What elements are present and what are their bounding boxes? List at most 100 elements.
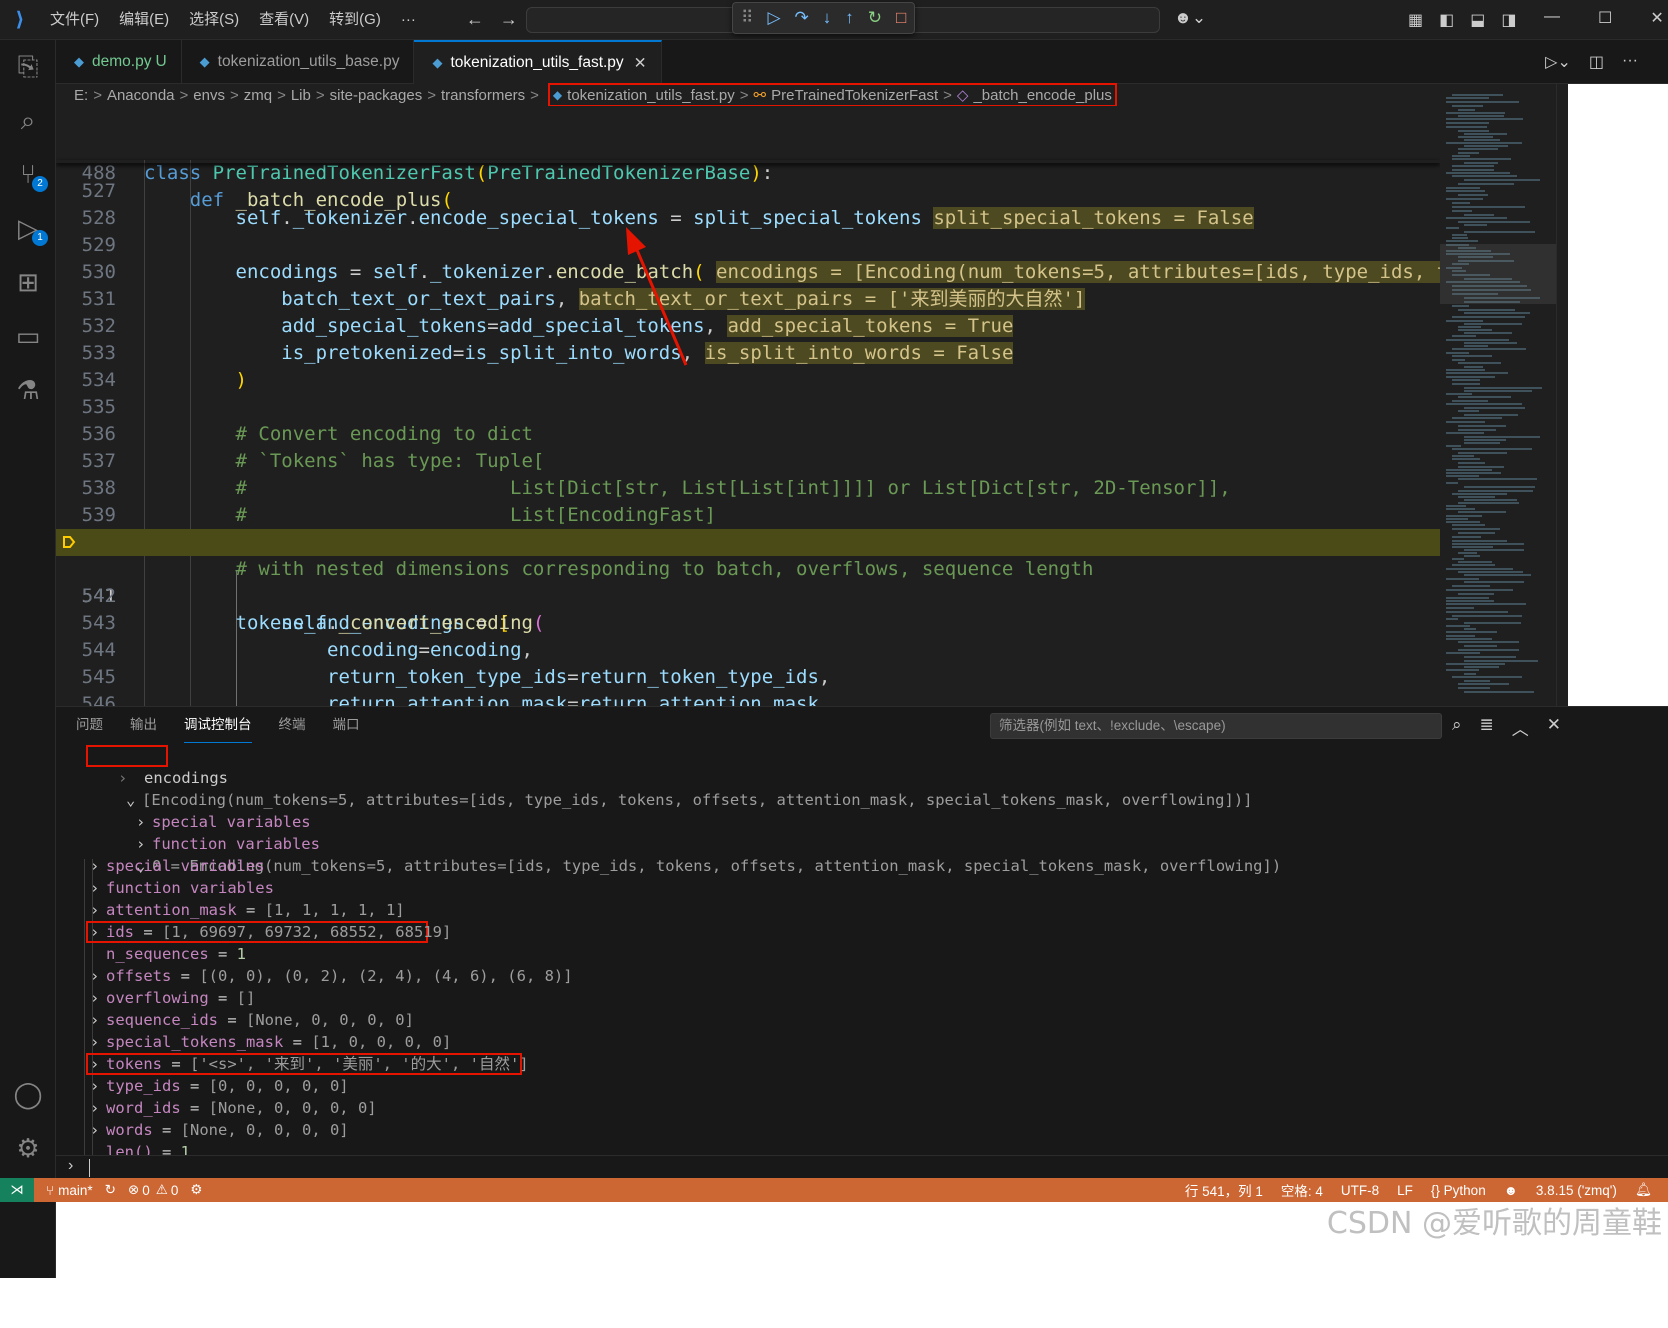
breadcrumb-segment[interactable]: transformers — [441, 87, 525, 104]
notifications-bell-icon[interactable]: 🔔︎ — [1635, 1182, 1652, 1198]
maximize-panel-icon[interactable]: ︿ — [1512, 715, 1529, 740]
code-line[interactable]: 532 is_pretokenized=is_split_into_words,… — [56, 286, 1440, 364]
search-icon[interactable]: ⌕ — [1452, 715, 1462, 740]
close-tab-icon[interactable]: ✕ — [634, 54, 647, 73]
code-line[interactable]: 534 — [56, 340, 1440, 391]
restart-icon[interactable]: ↻ — [868, 8, 882, 28]
run-file-icon[interactable]: ▷⌄ — [1545, 52, 1571, 72]
chevron-right-icon[interactable]: › — [90, 921, 106, 943]
chevron-right-icon[interactable]: › — [90, 987, 106, 1009]
indentation[interactable]: 空格: 4 — [1281, 1180, 1323, 1200]
code-line[interactable]: 542 self._convert_encoding( — [56, 556, 1440, 634]
breadcrumb-segment[interactable]: Lib — [291, 87, 311, 104]
chevron-right-icon[interactable]: › — [90, 1097, 106, 1119]
chevron-right-icon[interactable]: › — [90, 1053, 106, 1075]
vertical-scrollbar[interactable] — [1556, 84, 1568, 706]
debug-status-icon[interactable]: ⚙ — [190, 1182, 202, 1198]
tree-node[interactable]: › overflowing = [] — [90, 987, 255, 1009]
chevron-right-icon[interactable]: › — [90, 855, 106, 877]
current-execution-line[interactable]: 541 tokens_and_encodings = [ — [56, 529, 1440, 634]
code-line[interactable]: 537 # List[Dict[str, List[List[int]]]] o… — [56, 421, 1440, 499]
chevron-right-icon[interactable]: › — [90, 899, 106, 921]
tree-node[interactable]: › type_ids = [0, 0, 0, 0, 0] — [90, 1075, 349, 1097]
tree-node-tokens[interactable]: › tokens = ['<s>', '来到', '美丽', '的大', '自然'… — [90, 1053, 529, 1075]
code-line[interactable]: 536 # `Tokens` has type: Tuple[ — [56, 394, 1440, 472]
tab-tokenization-utils-base[interactable]: ◆ tokenization_utils_base.py — [182, 40, 415, 84]
warning-count[interactable]: 0 — [171, 1183, 179, 1198]
explorer-icon[interactable]: ⎘ — [12, 50, 44, 82]
toggle-panel-icon[interactable]: ⬓ — [1470, 10, 1485, 30]
debug-console-input[interactable]: › — [56, 1155, 1668, 1179]
language-mode[interactable]: {} Python — [1431, 1183, 1486, 1198]
code-editor[interactable]: 82 class PreTrainedTokenizerFast(PreTrai… — [56, 106, 1440, 706]
tab-tokenization-utils-fast[interactable]: ◆ tokenization_utils_fast.py ✕ — [414, 40, 662, 84]
breadcrumb-segment[interactable]: Anaconda — [107, 87, 175, 104]
menu-file[interactable]: 文件(F) — [40, 0, 109, 40]
code-line[interactable]: 539 # ] — [56, 475, 1440, 553]
sync-icon[interactable]: ↻ — [105, 1182, 116, 1198]
git-branch[interactable]: main* — [58, 1183, 93, 1198]
toggle-secondary-sidebar-icon[interactable]: ◨ — [1501, 10, 1516, 30]
minimize-icon[interactable]: — — [1544, 8, 1560, 28]
code-line[interactable]: 544 return_token_type_ids=return_token_t… — [56, 610, 1440, 688]
menu-go[interactable]: 转到(G) — [319, 0, 391, 40]
more-actions-icon[interactable]: ··· — [1622, 52, 1638, 72]
copilot-icon[interactable]: ☻⌄ — [1174, 8, 1206, 28]
step-out-icon[interactable]: ↑ — [845, 8, 854, 28]
tree-node[interactable]: › function variables — [80, 811, 320, 853]
end-of-line[interactable]: LF — [1397, 1183, 1413, 1198]
split-editor-icon[interactable]: ◫ — [1589, 52, 1604, 72]
continue-icon[interactable]: ▷ — [767, 8, 780, 28]
tree-node[interactable]: › attention_mask = [1, 1, 1, 1, 1] — [90, 899, 405, 921]
remote-indicator-icon[interactable]: ⋊ — [0, 1178, 34, 1202]
tree-node[interactable]: › function variables — [90, 877, 274, 899]
chevron-right-icon[interactable]: › — [90, 1119, 106, 1141]
close-panel-icon[interactable]: ✕ — [1547, 715, 1561, 740]
code-line[interactable]: 547 return_special_tokens_mask=return_sp… — [56, 691, 1440, 706]
close-window-icon[interactable]: ✕ — [1650, 8, 1663, 28]
code-line[interactable]: 531 add_special_tokens=add_special_token… — [56, 259, 1440, 337]
console-filter-input[interactable]: 筛选器(例如 text、!exclude、\escape) — [990, 713, 1442, 739]
tab-output[interactable]: 输出 — [130, 707, 157, 743]
tree-node[interactable]: › word_ids = [None, 0, 0, 0, 0] — [90, 1097, 377, 1119]
extensions-icon[interactable]: ⊞ — [12, 266, 44, 298]
breadcrumb-class[interactable]: PreTrainedTokenizerFast — [771, 87, 938, 104]
tree-node-item-0[interactable]: ⌄ 0 = Encoding(num_tokens=5, attributes=[… — [80, 833, 1281, 875]
breadcrumb-segment[interactable]: site-packages — [330, 87, 423, 104]
tree-node[interactable]: n_sequences = 1 — [90, 943, 246, 965]
tree-node[interactable]: › special_tokens_mask = [1, 0, 0, 0, 0] — [90, 1031, 451, 1053]
drag-handle-icon[interactable]: ⠿ — [741, 8, 753, 28]
code-line[interactable]: 538 # List[EncodingFast] — [56, 448, 1440, 526]
menu-edit[interactable]: 编辑(E) — [109, 0, 179, 40]
code-line[interactable]: 540 # with nested dimensions correspondi… — [56, 502, 1440, 580]
code-line[interactable]: 546 return_overflowing_tokens=return_ove… — [56, 664, 1440, 706]
stop-icon[interactable]: □ — [896, 8, 906, 28]
toggle-sidebar-icon[interactable]: ◧ — [1439, 10, 1454, 30]
code-line[interactable]: 530 batch_text_or_text_pairs, batch_text… — [56, 232, 1440, 310]
sticky-line[interactable]: 82 class PreTrainedTokenizerFast(PreTrai… — [56, 106, 1440, 184]
settings-gear-icon[interactable]: ⚙ — [12, 1132, 44, 1164]
source-control-icon[interactable]: ⑂ 2 — [12, 158, 48, 192]
menu-selection[interactable]: 选择(S) — [179, 0, 249, 40]
minimap-viewport[interactable] — [1440, 244, 1556, 304]
breadcrumb-segment[interactable]: E: — [74, 87, 88, 104]
remote-explorer-icon[interactable]: ▭ — [12, 320, 44, 352]
debug-console-output[interactable]: › encodings ⌄ [Encoding(num_tokens=5, att… — [56, 745, 1668, 1155]
accounts-icon[interactable]: ◯ — [12, 1078, 44, 1110]
breadcrumb-method[interactable]: _batch_encode_plus — [973, 87, 1111, 104]
tree-node[interactable]: › special variables — [90, 855, 265, 877]
menu-view[interactable]: 查看(V) — [249, 0, 319, 40]
tree-node-ids[interactable]: › ids = [1, 69697, 69732, 68552, 68519] — [90, 921, 451, 943]
breadcrumb-file[interactable]: tokenization_utils_fast.py — [567, 87, 735, 104]
tab-ports[interactable]: 端口 — [333, 707, 360, 743]
code-line[interactable]: 543 encoding=encoding, — [56, 583, 1440, 661]
code-line[interactable]: 533 ) — [56, 313, 1440, 391]
chevron-right-icon[interactable]: › — [90, 1031, 106, 1053]
sticky-line[interactable]: 488 def _batch_encode_plus( — [56, 133, 1440, 211]
step-over-icon[interactable]: ↷ — [795, 8, 809, 28]
copilot-status-icon[interactable]: ☻ — [1504, 1183, 1518, 1198]
chevron-right-icon[interactable]: › — [90, 1075, 106, 1097]
chevron-right-icon[interactable]: › — [90, 965, 106, 987]
breadcrumb-segment[interactable]: zmq — [244, 87, 272, 104]
tree-node[interactable]: › special variables — [80, 789, 311, 831]
